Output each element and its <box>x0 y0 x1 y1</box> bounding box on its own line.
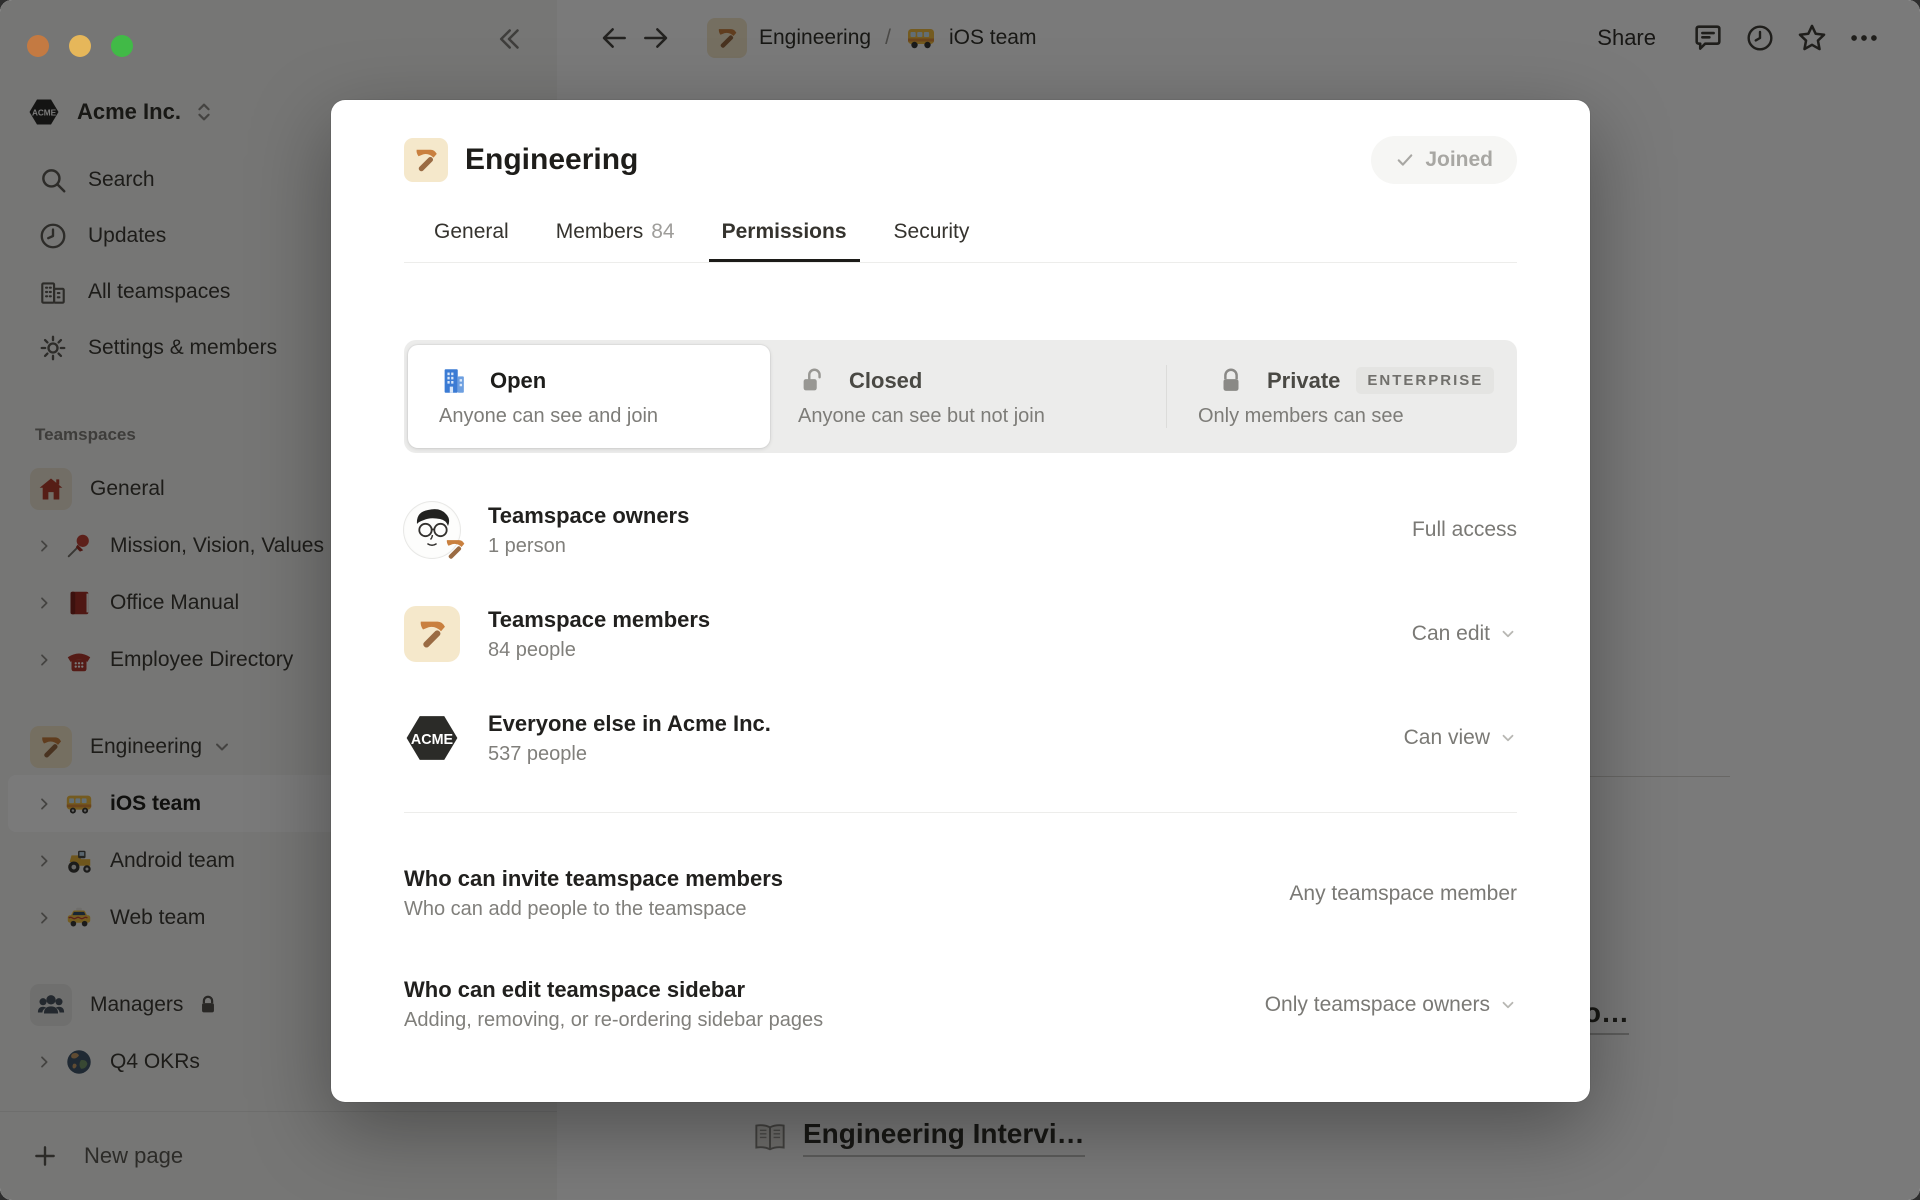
tab-members[interactable]: Members 84 <box>556 220 675 262</box>
hammer-icon <box>442 536 468 562</box>
access-row-subtitle: 537 people <box>488 743 771 766</box>
check-icon <box>1395 150 1415 170</box>
access-row-members: Teamspace members 84 people Can edit <box>404 582 1517 686</box>
zoom-window-button[interactable] <box>111 35 133 57</box>
close-window-button[interactable] <box>27 35 49 57</box>
visibility-option-private[interactable]: Private ENTERPRISE Only members can see <box>1198 340 1514 453</box>
chevron-down-icon <box>1499 996 1517 1014</box>
access-level-dropdown[interactable]: Can edit <box>1412 622 1517 646</box>
access-row-title: Teamspace owners <box>488 503 689 529</box>
teamspace-settings-modal: Engineering Joined General Members 84 Per… <box>331 100 1590 1102</box>
enterprise-badge: ENTERPRISE <box>1356 367 1494 394</box>
setting-row-edit-sidebar: Who can edit teamspace sidebar Adding, r… <box>404 977 1517 1032</box>
modal-title: Engineering <box>465 143 638 177</box>
access-level-value: Can edit <box>1412 622 1490 646</box>
minimize-window-button[interactable] <box>69 35 91 57</box>
divider <box>404 262 1517 263</box>
divider <box>404 812 1517 813</box>
access-level-dropdown[interactable]: Can view <box>1404 726 1517 750</box>
hammer-icon <box>414 616 450 652</box>
access-row-title: Everyone else in Acme Inc. <box>488 711 771 737</box>
visibility-option-subtitle: Anyone can see and join <box>439 405 770 428</box>
visibility-option-title: Closed <box>849 368 922 394</box>
setting-row-title: Who can edit teamspace sidebar <box>404 977 823 1003</box>
tab-security[interactable]: Security <box>894 220 970 262</box>
divider <box>1166 365 1167 428</box>
teamspace-chip <box>404 606 460 662</box>
tab-members-label: Members <box>556 220 644 243</box>
owner-avatar <box>404 502 460 558</box>
setting-rows: Who can invite teamspace members Who can… <box>404 866 1517 1032</box>
access-level-value: Can view <box>1404 726 1490 750</box>
unlock-icon <box>798 366 828 396</box>
joined-label: Joined <box>1425 148 1493 172</box>
access-row-subtitle: 84 people <box>488 639 710 662</box>
setting-value-static: Any teamspace member <box>1289 882 1517 906</box>
access-rows: Teamspace owners 1 person Full access Te… <box>404 478 1517 790</box>
chevron-down-icon <box>1499 625 1517 643</box>
access-row-everyone: ACME Everyone else in Acme Inc. 537 peop… <box>404 686 1517 790</box>
modal-tabs: General Members 84 Permissions Security <box>404 220 1517 262</box>
tab-members-count: 84 <box>651 220 674 243</box>
visibility-option-title: Open <box>490 368 546 394</box>
setting-value-dropdown[interactable]: Only teamspace owners <box>1265 993 1517 1017</box>
visibility-option-title: Private <box>1267 368 1340 394</box>
visibility-option-subtitle: Only members can see <box>1198 405 1514 428</box>
setting-row-invite: Who can invite teamspace members Who can… <box>404 866 1517 921</box>
setting-row-title: Who can invite teamspace members <box>404 866 783 892</box>
modal-header: Engineering Joined <box>404 135 1517 185</box>
acme-logo: ACME <box>404 710 460 766</box>
visibility-option-subtitle: Anyone can see but not join <box>798 405 1158 428</box>
lock-icon <box>1216 366 1246 396</box>
access-row-title: Teamspace members <box>488 607 710 633</box>
tab-general[interactable]: General <box>434 220 509 262</box>
acme-logo-text: ACME <box>411 732 453 748</box>
setting-value-label: Only teamspace owners <box>1265 993 1490 1017</box>
visibility-selector: Open Anyone can see and join Closed Anyo… <box>404 340 1517 453</box>
setting-row-subtitle: Who can add people to the teamspace <box>404 898 783 921</box>
hammer-icon <box>411 145 441 175</box>
visibility-option-open[interactable]: Open Anyone can see and join <box>408 345 770 448</box>
joined-button[interactable]: Joined <box>1371 136 1517 184</box>
teamspace-chip <box>404 138 448 182</box>
access-row-owners: Teamspace owners 1 person Full access <box>404 478 1517 582</box>
office-building-icon <box>439 366 469 396</box>
visibility-option-closed[interactable]: Closed Anyone can see but not join <box>798 340 1158 453</box>
window-controls <box>27 35 133 57</box>
access-level-static: Full access <box>1412 518 1517 542</box>
chevron-down-icon <box>1499 729 1517 747</box>
app-window: ACME Acme Inc. Search Updates All teamsp… <box>0 0 1920 1200</box>
tab-permissions[interactable]: Permissions <box>709 220 860 262</box>
access-row-subtitle: 1 person <box>488 535 689 558</box>
setting-row-subtitle: Adding, removing, or re-ordering sidebar… <box>404 1009 823 1032</box>
